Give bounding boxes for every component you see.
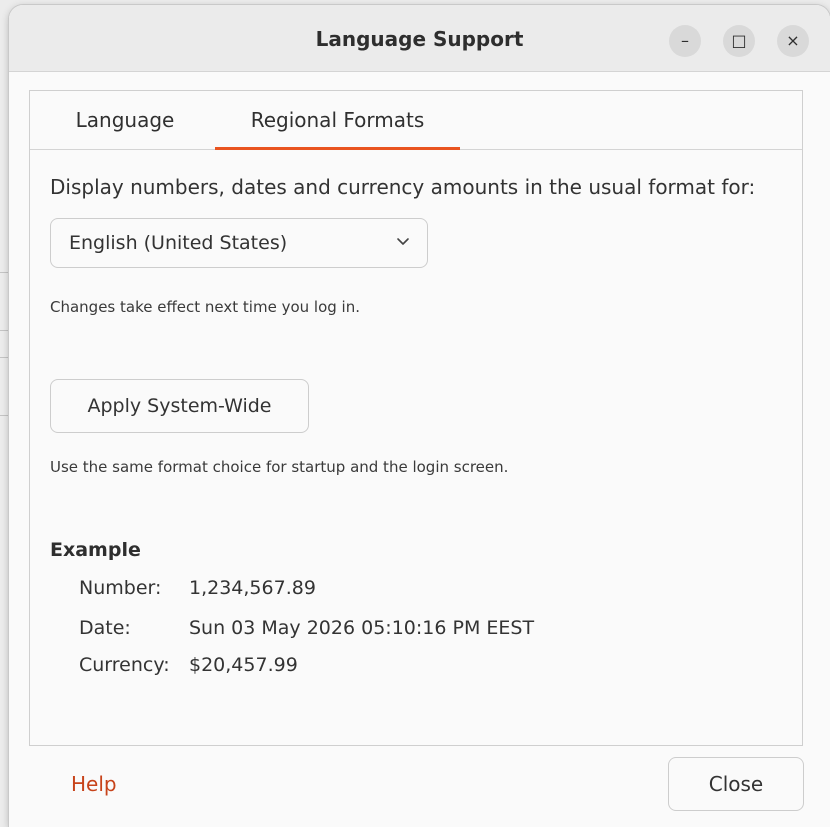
window-title: Language Support <box>315 27 524 51</box>
number-value: 1,234,567.89 <box>189 577 316 599</box>
close-button[interactable]: Close <box>668 757 804 811</box>
regional-format-dropdown[interactable]: English (United States) <box>50 218 428 268</box>
tab-regional-formats[interactable]: Regional Formats <box>215 91 460 150</box>
apply-system-wide-button[interactable]: Apply System-Wide <box>50 379 309 433</box>
date-value: Sun 03 May 2026 05:10:16 PM EEST <box>189 617 535 639</box>
login-note: Changes take effect next time you log in… <box>50 298 360 316</box>
notebook-frame: Language Regional Formats Display number… <box>29 90 803 746</box>
close-window-button[interactable]: × <box>777 25 809 57</box>
language-support-window: Language Support – □ × Language Regional… <box>9 5 830 827</box>
number-label: Number: <box>79 577 162 599</box>
maximize-button[interactable]: □ <box>723 25 755 57</box>
example-heading: Example <box>50 539 141 561</box>
minimize-button[interactable]: – <box>669 25 701 57</box>
chevron-down-icon <box>397 238 409 245</box>
system-wide-note: Use the same format choice for startup a… <box>50 458 509 476</box>
title-bar[interactable]: Language Support – □ × <box>9 5 830 72</box>
selected-format: English (United States) <box>69 232 288 254</box>
help-link[interactable]: Help <box>71 772 117 796</box>
tab-language[interactable]: Language <box>50 91 200 149</box>
date-label: Date: <box>79 617 131 639</box>
currency-value: $20,457.99 <box>189 654 298 676</box>
currency-label: Currency: <box>79 654 170 676</box>
format-description: Display numbers, dates and currency amou… <box>50 175 756 199</box>
tab-bar: Language Regional Formats <box>30 91 802 150</box>
